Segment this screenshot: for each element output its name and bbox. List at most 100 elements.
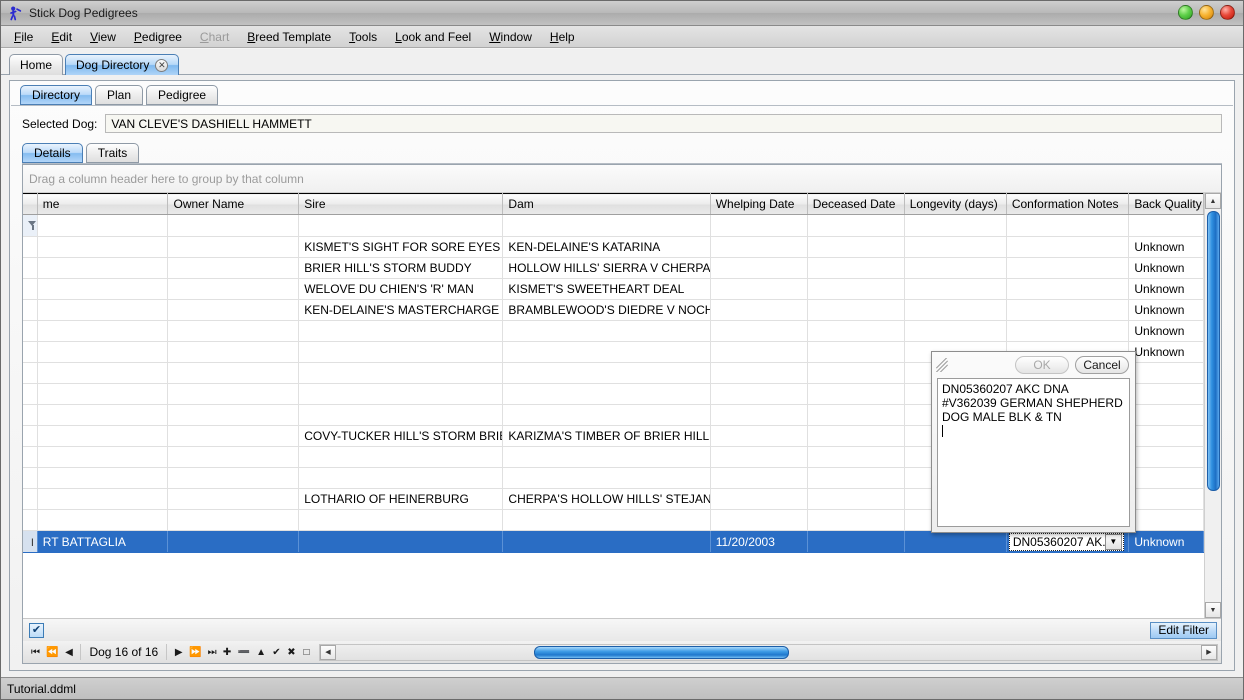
- cancel-edit-button[interactable]: ✖: [285, 644, 298, 660]
- vertical-scroll-thumb[interactable]: [1207, 211, 1220, 491]
- selected-cell-5[interactable]: [807, 531, 904, 553]
- filter-cell-2[interactable]: [299, 215, 503, 237]
- menu-help[interactable]: Help: [541, 28, 584, 46]
- cell-r2-c7[interactable]: [1006, 279, 1129, 300]
- cell-r8-c5[interactable]: [807, 405, 904, 426]
- insert-record-button[interactable]: ✚: [221, 644, 234, 660]
- cell-r7-c2[interactable]: [299, 384, 503, 405]
- cell-r2-c2[interactable]: WELOVE DU CHIEN'S 'R' MAN: [299, 279, 503, 300]
- prior-record-button[interactable]: ◀: [62, 644, 75, 660]
- selected-table-row[interactable]: IRT BATTAGLIA11/20/2003DN05360207 AK...▼…: [23, 531, 1204, 553]
- post-edit-button[interactable]: ✔: [270, 644, 283, 660]
- cell-r0-c1[interactable]: [168, 237, 299, 258]
- cell-r11-c3[interactable]: [503, 468, 710, 489]
- cell-r0-c4[interactable]: [710, 237, 807, 258]
- doc-tab-dog-directory[interactable]: Dog Directory ✕: [65, 54, 179, 75]
- resize-grip-icon[interactable]: [936, 358, 950, 372]
- cell-r2-c4[interactable]: [710, 279, 807, 300]
- row-indicator[interactable]: [23, 468, 37, 489]
- cell-r3-c4[interactable]: [710, 300, 807, 321]
- cell-r13-c2[interactable]: [299, 510, 503, 531]
- cell-r1-c4[interactable]: [710, 258, 807, 279]
- cell-r9-c1[interactable]: [168, 426, 299, 447]
- row-indicator[interactable]: [23, 510, 37, 531]
- cell-r2-c5[interactable]: [807, 279, 904, 300]
- column-header-sire[interactable]: Sire: [299, 194, 503, 215]
- first-record-button[interactable]: ⏮: [29, 644, 42, 660]
- filter-cell-8[interactable]: [1129, 215, 1204, 237]
- ok-button[interactable]: OK: [1015, 356, 1069, 374]
- cell-r12-c8[interactable]: [1129, 489, 1204, 510]
- cell-r3-c0[interactable]: [37, 300, 168, 321]
- cell-r7-c4[interactable]: [710, 384, 807, 405]
- filter-cell-4[interactable]: [710, 215, 807, 237]
- cell-r4-c7[interactable]: [1006, 321, 1129, 342]
- last-record-button[interactable]: ⏭: [206, 644, 219, 660]
- cell-r0-c6[interactable]: [904, 237, 1006, 258]
- cell-r1-c5[interactable]: [807, 258, 904, 279]
- cell-r5-c2[interactable]: [299, 342, 503, 363]
- cell-r6-c8[interactable]: [1129, 363, 1204, 384]
- scroll-down-button[interactable]: ▼: [1205, 602, 1221, 618]
- cell-r6-c5[interactable]: [807, 363, 904, 384]
- doc-tab-home[interactable]: Home: [9, 54, 63, 75]
- edit-filter-button[interactable]: Edit Filter: [1150, 622, 1217, 639]
- cell-r3-c5[interactable]: [807, 300, 904, 321]
- cell-r5-c0[interactable]: [37, 342, 168, 363]
- cell-r7-c3[interactable]: [503, 384, 710, 405]
- row-indicator[interactable]: [23, 342, 37, 363]
- menu-view[interactable]: View: [81, 28, 125, 46]
- cell-r10-c2[interactable]: [299, 447, 503, 468]
- cell-r6-c3[interactable]: [503, 363, 710, 384]
- cell-r3-c3[interactable]: BRAMBLEWOOD'S DIEDRE V NOCHEE II: [503, 300, 710, 321]
- memo-editor-textarea[interactable]: DN05360207 AKC DNA #V362039 GERMAN SHEPH…: [937, 378, 1130, 527]
- filter-cell-6[interactable]: [904, 215, 1006, 237]
- cell-r1-c3[interactable]: HOLLOW HILLS' SIERRA V CHERPA: [503, 258, 710, 279]
- cell-r1-c0[interactable]: [37, 258, 168, 279]
- cell-r3-c7[interactable]: [1006, 300, 1129, 321]
- filter-cell-1[interactable]: [168, 215, 299, 237]
- cell-r3-c6[interactable]: [904, 300, 1006, 321]
- column-header-deceased-date[interactable]: Deceased Date: [807, 194, 904, 215]
- table-row[interactable]: Unknown: [23, 321, 1204, 342]
- filter-cell-7[interactable]: [1006, 215, 1129, 237]
- horizontal-scroll-track[interactable]: [336, 645, 1201, 660]
- row-indicator[interactable]: [23, 321, 37, 342]
- table-row[interactable]: BRIER HILL'S STORM BUDDYHOLLOW HILLS' SI…: [23, 258, 1204, 279]
- cell-r11-c5[interactable]: [807, 468, 904, 489]
- cell-r10-c5[interactable]: [807, 447, 904, 468]
- cell-r12-c2[interactable]: LOTHARIO OF HEINERBURG: [299, 489, 503, 510]
- cell-r13-c8[interactable]: [1129, 510, 1204, 531]
- menu-edit[interactable]: Edit: [42, 28, 81, 46]
- filter-cell-3[interactable]: [503, 215, 710, 237]
- row-indicator[interactable]: [23, 300, 37, 321]
- cell-r4-c4[interactable]: [710, 321, 807, 342]
- cell-r7-c1[interactable]: [168, 384, 299, 405]
- cell-r13-c1[interactable]: [168, 510, 299, 531]
- filter-enabled-checkbox[interactable]: ✔: [29, 623, 44, 638]
- grid-vertical-scrollbar[interactable]: ▲ ▼: [1204, 193, 1221, 618]
- cell-r3-c8[interactable]: Unknown: [1129, 300, 1204, 321]
- selected-cell-4[interactable]: 11/20/2003: [710, 531, 807, 553]
- edit-record-button[interactable]: ▲: [254, 644, 268, 660]
- cell-r13-c4[interactable]: [710, 510, 807, 531]
- maximize-button[interactable]: [1199, 5, 1214, 20]
- selected-cell-0[interactable]: RT BATTAGLIA: [37, 531, 168, 553]
- cell-r5-c3[interactable]: [503, 342, 710, 363]
- cell-r5-c4[interactable]: [710, 342, 807, 363]
- menu-pedigree[interactable]: Pedigree: [125, 28, 191, 46]
- refresh-button[interactable]: □: [300, 644, 313, 660]
- funnel-icon[interactable]: [28, 220, 37, 230]
- cell-r6-c4[interactable]: [710, 363, 807, 384]
- cell-r4-c2[interactable]: [299, 321, 503, 342]
- hscroll-left-button[interactable]: ◀: [320, 645, 336, 660]
- cell-r4-c6[interactable]: [904, 321, 1006, 342]
- cell-r4-c5[interactable]: [807, 321, 904, 342]
- cell-r7-c0[interactable]: [37, 384, 168, 405]
- tab-traits[interactable]: Traits: [86, 143, 140, 163]
- cell-r8-c8[interactable]: [1129, 405, 1204, 426]
- cell-r0-c2[interactable]: KISMET'S SIGHT FOR SORE EYES: [299, 237, 503, 258]
- cell-r9-c0[interactable]: [37, 426, 168, 447]
- menu-file[interactable]: File: [5, 28, 42, 46]
- cell-r8-c2[interactable]: [299, 405, 503, 426]
